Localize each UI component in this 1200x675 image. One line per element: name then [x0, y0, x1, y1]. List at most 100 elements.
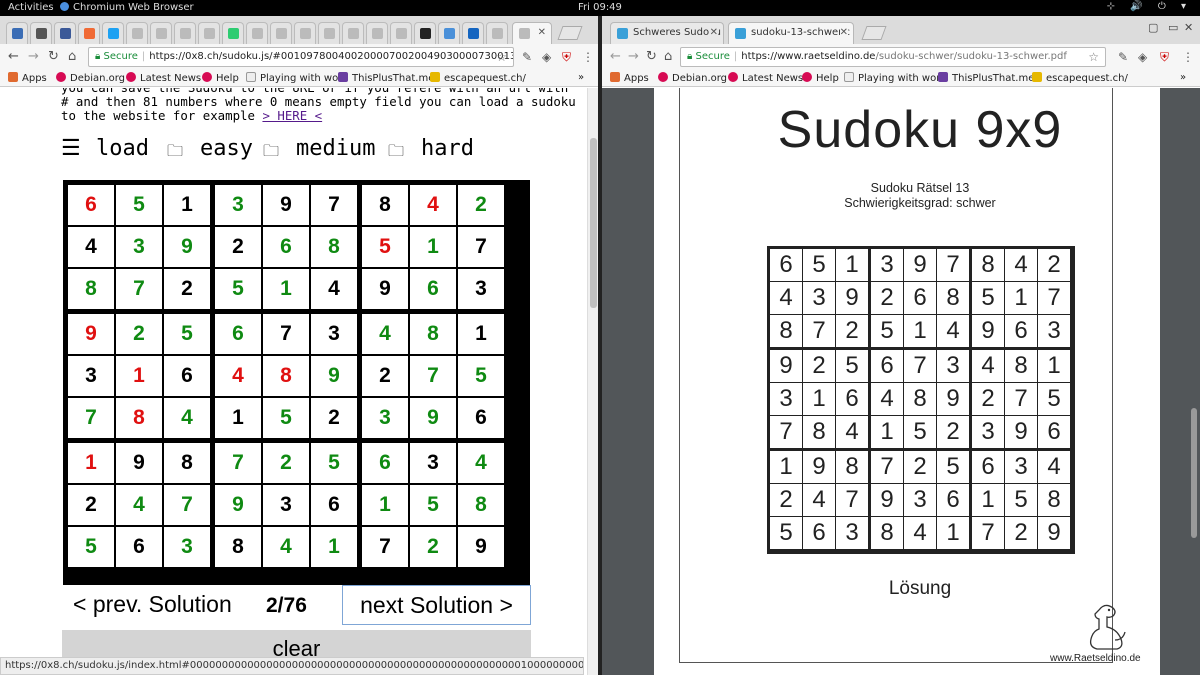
- close-window-icon[interactable]: ✕: [1184, 21, 1193, 34]
- sudoku-cell[interactable]: 7: [362, 527, 408, 567]
- tab-pinned-3[interactable]: [54, 22, 76, 44]
- sudoku-cell[interactable]: 4: [458, 443, 504, 483]
- address-bar[interactable]: 🔒︎ Secure | https://www.raetseldino.de/sud…: [680, 47, 1106, 67]
- sudoku-cell[interactable]: 1: [215, 398, 261, 438]
- sudoku-cell[interactable]: 4: [164, 398, 210, 438]
- sudoku-cell[interactable]: 3: [410, 443, 456, 483]
- sudoku-cell[interactable]: 2: [215, 227, 261, 267]
- new-tab-button[interactable]: [557, 26, 583, 40]
- forward-arrow-icon[interactable]: →: [628, 49, 639, 64]
- home-icon[interactable]: ⌂: [664, 49, 672, 64]
- sudoku-cell[interactable]: 5: [164, 314, 210, 354]
- sudoku-cell[interactable]: 7: [263, 314, 309, 354]
- sudoku-cell[interactable]: 5: [311, 443, 357, 483]
- shield-icon[interactable]: ⛨: [562, 50, 571, 65]
- sudoku-cell[interactable]: 7: [311, 185, 357, 225]
- ublock-icon[interactable]: ◈: [542, 50, 551, 64]
- close-tab-icon[interactable]: ✕: [839, 27, 848, 38]
- sudoku-cell[interactable]: 5: [362, 227, 408, 267]
- bookmark-debian[interactable]: Debian.org: [56, 72, 125, 84]
- sudoku-cell[interactable]: 7: [164, 485, 210, 525]
- sudoku-cell[interactable]: 2: [458, 185, 504, 225]
- scrollbar-thumb[interactable]: [1191, 408, 1197, 538]
- close-tab-icon[interactable]: ✕: [538, 27, 546, 38]
- sudoku-cell[interactable]: 2: [164, 269, 210, 309]
- bookmark-star-icon[interactable]: ☆: [496, 50, 507, 64]
- sudoku-cell[interactable]: 7: [458, 227, 504, 267]
- sudoku-cell[interactable]: 9: [116, 443, 162, 483]
- sudoku-cell[interactable]: 9: [311, 356, 357, 396]
- tab-schweres-sudoku[interactable]: Schweres Sudoku R ✕: [610, 22, 724, 44]
- sudoku-cell[interactable]: 1: [362, 485, 408, 525]
- tab-pinned-13[interactable]: [294, 22, 316, 44]
- sudoku-cell[interactable]: 8: [215, 527, 261, 567]
- load-button[interactable]: load: [96, 136, 149, 161]
- bookmark-star-icon[interactable]: ☆: [1088, 50, 1099, 64]
- sudoku-cell[interactable]: 1: [458, 314, 504, 354]
- tab-pinned-6[interactable]: [126, 22, 148, 44]
- extension-icon[interactable]: ✎: [1118, 50, 1128, 64]
- clock[interactable]: Fri 09:49: [578, 2, 622, 13]
- bookmark-latest-news[interactable]: Latest News: [126, 72, 201, 84]
- clear-button[interactable]: clear: [62, 630, 531, 658]
- bookmark-playing[interactable]: Playing with wor: [246, 72, 342, 84]
- sudoku-cell[interactable]: 5: [68, 527, 114, 567]
- sudoku-cell[interactable]: 4: [116, 485, 162, 525]
- tab-pinned-14[interactable]: [318, 22, 340, 44]
- sudoku-cell[interactable]: 1: [410, 227, 456, 267]
- sudoku-cell[interactable]: 1: [164, 185, 210, 225]
- sudoku-cell[interactable]: 3: [311, 314, 357, 354]
- tab-pinned-7[interactable]: [150, 22, 172, 44]
- sudoku-cell[interactable]: 8: [362, 185, 408, 225]
- home-icon[interactable]: ⌂: [68, 49, 76, 64]
- bookmarks-overflow[interactable]: »: [1180, 72, 1186, 83]
- sudoku-cell[interactable]: 9: [362, 269, 408, 309]
- bookmark-escapequest[interactable]: escapequest.ch/: [430, 72, 526, 84]
- sudoku-cell[interactable]: 3: [263, 485, 309, 525]
- sudoku-cell[interactable]: 6: [263, 227, 309, 267]
- pdf-scrollbar[interactable]: [1188, 88, 1200, 675]
- sudoku-cell[interactable]: 2: [410, 527, 456, 567]
- tab-pinned-21[interactable]: [486, 22, 508, 44]
- address-bar[interactable]: 🔒︎ Secure | https://0x8.ch/sudoku.js/#0010…: [88, 47, 514, 67]
- tab-pinned-15[interactable]: [342, 22, 364, 44]
- easy-button[interactable]: easy: [200, 136, 253, 161]
- sudoku-cell[interactable]: 8: [68, 269, 114, 309]
- sudoku-cell[interactable]: 6: [458, 398, 504, 438]
- reload-icon[interactable]: ↻: [646, 49, 657, 64]
- bookmark-help[interactable]: Help: [202, 72, 239, 84]
- scrollbar-thumb[interactable]: [590, 138, 597, 308]
- tab-pinned-2[interactable]: [30, 22, 52, 44]
- sudoku-cell[interactable]: 3: [458, 269, 504, 309]
- sudoku-cell[interactable]: 8: [116, 398, 162, 438]
- sudoku-cell[interactable]: 6: [215, 314, 261, 354]
- close-tab-icon[interactable]: ✕: [709, 27, 718, 38]
- page-scrollbar[interactable]: [587, 88, 598, 675]
- sudoku-cell[interactable]: 1: [68, 443, 114, 483]
- sudoku-cell[interactable]: 1: [116, 356, 162, 396]
- sudoku-cell[interactable]: 6: [68, 185, 114, 225]
- sudoku-cell[interactable]: 8: [458, 485, 504, 525]
- forward-arrow-icon[interactable]: →: [28, 49, 39, 64]
- tab-pinned-12[interactable]: [270, 22, 292, 44]
- window-menu-icon[interactable]: ▭: [1168, 21, 1178, 34]
- sudoku-cell[interactable]: 7: [410, 356, 456, 396]
- sudoku-cell[interactable]: 3: [68, 356, 114, 396]
- sudoku-cell[interactable]: 2: [116, 314, 162, 354]
- back-arrow-icon[interactable]: ←: [610, 49, 621, 64]
- tab-pinned-20[interactable]: [462, 22, 484, 44]
- minimize-icon[interactable]: ▢: [1148, 21, 1158, 34]
- tab-sudoku-pdf[interactable]: sudoku-13-schwer.c ✕: [728, 22, 854, 44]
- sudoku-cell[interactable]: 3: [215, 185, 261, 225]
- tab-pinned-9[interactable]: [198, 22, 220, 44]
- sudoku-cell[interactable]: 2: [362, 356, 408, 396]
- bookmark-help[interactable]: Help: [802, 72, 839, 84]
- extension-icon[interactable]: ✎: [522, 50, 532, 64]
- sudoku-cell[interactable]: 9: [410, 398, 456, 438]
- sudoku-cell[interactable]: 4: [362, 314, 408, 354]
- sudoku-cell[interactable]: 9: [164, 227, 210, 267]
- hard-button[interactable]: hard: [421, 136, 474, 161]
- bookmark-playing[interactable]: Playing with wor: [844, 72, 940, 84]
- sudoku-cell[interactable]: 3: [362, 398, 408, 438]
- menu-dots-icon[interactable]: ⋮: [1182, 50, 1194, 64]
